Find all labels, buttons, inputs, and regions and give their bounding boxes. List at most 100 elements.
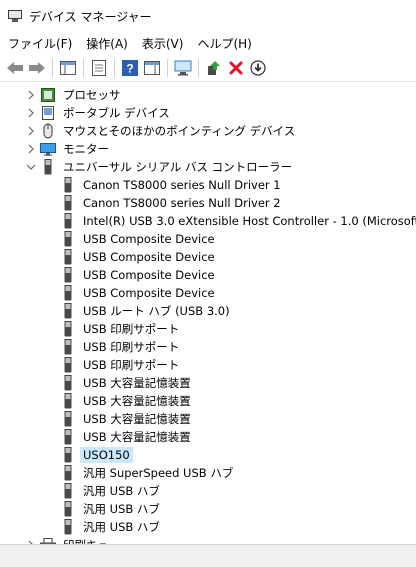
tree-item-label: USO150	[80, 447, 133, 463]
tree-item-label: USB 大容量記憶装置	[83, 430, 191, 444]
tree-device-item[interactable]: Canon TS8000 series Null Driver 1	[62, 176, 284, 194]
tree-device-item[interactable]: 汎用 SuperSpeed USB ハブ	[62, 464, 236, 482]
tree-device-item[interactable]: USB 印刷サポート	[62, 338, 182, 356]
tree-item-label: ユニバーサル シリアル バス コントローラー	[63, 160, 293, 174]
chevron-down-icon[interactable]	[26, 162, 36, 172]
tree-item-label: USB Composite Device	[83, 250, 215, 264]
tree-item-label: USB 大容量記憶装置	[83, 376, 191, 390]
back-icon[interactable]	[4, 57, 26, 79]
tree-device-item[interactable]: USB 大容量記憶装置	[62, 374, 194, 392]
menu-help[interactable]: ヘルプ(H)	[190, 35, 258, 52]
portable-device-icon	[40, 105, 56, 121]
tree-device-item[interactable]: USB Composite Device	[62, 248, 218, 266]
tree-item-label: USB Composite Device	[83, 268, 215, 282]
chevron-right-icon[interactable]	[26, 126, 36, 136]
usb-connector-icon	[62, 249, 74, 265]
tree-device-item[interactable]: USB ルート ハブ (USB 3.0)	[62, 302, 233, 320]
tree-item-label: USB Composite Device	[83, 232, 215, 246]
usb-connector-icon	[62, 339, 74, 355]
toolbar-separator	[114, 58, 115, 77]
tree-device-item[interactable]: Canon TS8000 series Null Driver 2	[62, 194, 284, 212]
toolbar-separator	[83, 58, 84, 77]
device-manager-icon	[8, 10, 22, 22]
tree-category-portable-devices[interactable]: ポータブル デバイス	[26, 104, 173, 122]
tree-device-item[interactable]: 汎用 USB ハブ	[62, 518, 163, 536]
status-bar	[0, 544, 416, 567]
usb-connector-icon	[62, 393, 74, 409]
tree-category-mice[interactable]: マウスとそのほかのポインティング デバイス	[26, 122, 298, 140]
properties-icon[interactable]	[88, 57, 110, 79]
usb-connector-icon	[62, 231, 74, 247]
tree-device-item[interactable]: USB 印刷サポート	[62, 356, 182, 374]
download-icon[interactable]	[247, 57, 269, 79]
tree-item-label: USB Composite Device	[83, 286, 215, 300]
menu-file[interactable]: ファイル(F)	[0, 35, 79, 52]
uninstall-device-icon[interactable]	[225, 57, 247, 79]
monitor-icon	[40, 141, 56, 157]
tree-item-label: ポータブル デバイス	[63, 106, 170, 120]
tree-device-item[interactable]: USB Composite Device	[62, 266, 218, 284]
tree-device-item[interactable]: USB Composite Device	[62, 230, 218, 248]
tree-device-item[interactable]: USB 大容量記憶装置	[62, 410, 194, 428]
window-title: デバイス マネージャー	[29, 9, 152, 24]
usb-connector-icon	[40, 159, 56, 175]
tree-category-monitors[interactable]: モニター	[26, 140, 112, 158]
tree-item-label: 汎用 USB ハブ	[83, 502, 160, 516]
usb-connector-icon	[62, 357, 74, 373]
toolbar-separator	[167, 58, 168, 77]
menu-view[interactable]: 表示(V)	[135, 35, 191, 52]
chevron-right-icon[interactable]	[26, 108, 36, 118]
usb-connector-icon	[62, 195, 74, 211]
tree-category-processor[interactable]: プロセッサ	[26, 86, 124, 104]
tree-item-label: モニター	[63, 142, 109, 156]
svg-text:?: ?	[126, 61, 133, 75]
usb-connector-icon	[62, 321, 74, 337]
scan-hardware-icon[interactable]	[172, 57, 194, 79]
tree-device-item[interactable]: 汎用 USB ハブ	[62, 482, 163, 500]
chevron-right-icon[interactable]	[26, 144, 36, 154]
tree-category-print-queues[interactable]: 印刷キュー	[26, 536, 124, 544]
forward-icon[interactable]	[26, 57, 48, 79]
tree-device-item-selected[interactable]: USO150	[62, 446, 133, 464]
tree-device-item[interactable]: USB Composite Device	[62, 284, 218, 302]
menu-action[interactable]: 操作(A)	[79, 35, 135, 52]
show-hide-console-tree-icon[interactable]	[57, 57, 79, 79]
tree-device-item[interactable]: 汎用 USB ハブ	[62, 500, 163, 518]
tree-device-item[interactable]: Intel(R) USB 3.0 eXtensible Host Control…	[62, 212, 416, 230]
usb-connector-icon	[62, 411, 74, 427]
tree-item-label: Intel(R) USB 3.0 eXtensible Host Control…	[83, 214, 416, 228]
tree-item-label: USB 大容量記憶装置	[83, 394, 191, 408]
toolbar-separator	[198, 58, 199, 77]
usb-connector-icon	[62, 267, 74, 283]
tree-item-label: USB 印刷サポート	[83, 358, 180, 372]
update-driver-icon[interactable]	[203, 57, 225, 79]
usb-connector-icon	[62, 303, 74, 319]
chevron-right-icon[interactable]	[26, 90, 36, 100]
mouse-icon	[40, 123, 56, 139]
toolbar: ?	[0, 54, 416, 82]
tree-device-item[interactable]: USB 大容量記憶装置	[62, 428, 194, 446]
action-pane-icon[interactable]	[141, 57, 163, 79]
usb-connector-icon	[62, 177, 74, 193]
tree-item-label: USB 印刷サポート	[83, 322, 180, 336]
processor-icon	[40, 87, 56, 103]
toolbar-separator	[52, 58, 53, 77]
tree-item-label: USB 印刷サポート	[83, 340, 180, 354]
tree-device-item[interactable]: USB 印刷サポート	[62, 320, 182, 338]
tree-device-item[interactable]: USB 大容量記憶装置	[62, 392, 194, 410]
usb-connector-icon	[62, 519, 74, 535]
tree-item-label: 汎用 USB ハブ	[83, 520, 160, 534]
usb-connector-icon	[62, 285, 74, 301]
tree-item-label: マウスとそのほかのポインティング デバイス	[63, 124, 296, 138]
tree-item-label: Canon TS8000 series Null Driver 2	[83, 196, 281, 210]
tree-item-label: USB ルート ハブ (USB 3.0)	[83, 304, 230, 318]
usb-connector-icon	[62, 429, 74, 445]
usb-connector-icon	[62, 375, 74, 391]
print-queue-icon	[40, 537, 56, 544]
menu-bar: ファイル(F) 操作(A) 表示(V) ヘルプ(H)	[0, 33, 416, 53]
help-icon[interactable]: ?	[119, 57, 141, 79]
tree-item-label: USB 大容量記憶装置	[83, 412, 191, 426]
usb-connector-icon	[62, 447, 74, 463]
tree-category-usb-controllers[interactable]: ユニバーサル シリアル バス コントローラー	[26, 158, 295, 176]
usb-connector-icon	[62, 465, 74, 481]
